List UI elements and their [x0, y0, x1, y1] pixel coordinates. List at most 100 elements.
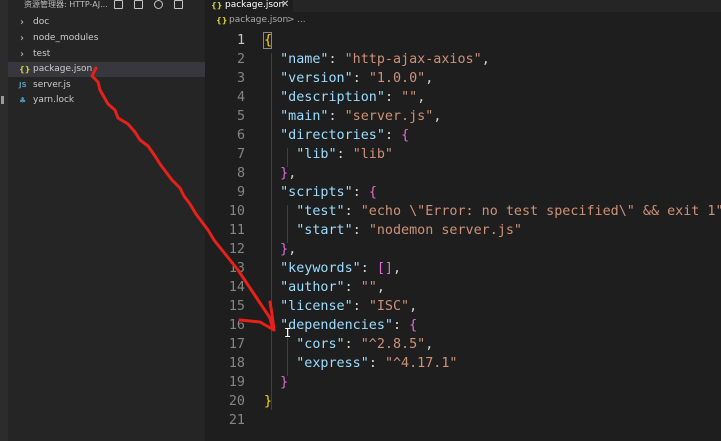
code-token: {	[264, 33, 273, 48]
code-text: }	[264, 373, 288, 392]
breadcrumb-symbol[interactable]: ...	[297, 13, 306, 28]
line-number: 18	[228, 356, 245, 371]
code-text: "start": "nodemon server.js"	[264, 221, 522, 240]
code-line[interactable]: 3 "version": "1.0.0",	[205, 69, 721, 88]
line-number: 14	[228, 280, 245, 295]
line-number: 3	[236, 71, 245, 86]
code-text: }	[264, 392, 272, 411]
tree-item-test[interactable]: › test	[8, 47, 205, 62]
code-line[interactable]: 17 "cors": "^2.8.5",	[205, 335, 721, 354]
tree-item-label: doc	[33, 17, 50, 27]
code-token: "echo \"Error: no test specified\" && ex…	[360, 204, 721, 219]
code-line[interactable]: 2 "name": "http-ajax-axios",	[205, 50, 721, 69]
code-token: "express"	[296, 356, 369, 371]
code-text: "express": "^4.17.1"	[264, 354, 457, 373]
code-text: "lib": "lib"	[264, 145, 393, 164]
json-file-icon: {}	[211, 1, 223, 10]
yarn-icon: ♣	[19, 96, 27, 105]
tree-item-label: package.json	[33, 64, 93, 74]
code-line[interactable]: 9 "scripts": {	[205, 183, 721, 202]
line-number: 13	[228, 261, 245, 276]
collapse-all-icon[interactable]	[174, 0, 183, 9]
line-number: 20	[228, 394, 245, 409]
code-token: :	[344, 337, 361, 352]
explorer-header: 资源管理器: HTTP-AJ...	[8, 0, 205, 12]
tab-label: package.json	[225, 0, 285, 10]
code-token: }	[280, 242, 289, 257]
code-line[interactable]: 6 "directories": {	[205, 126, 721, 145]
code-token: "nodemon server.js"	[368, 223, 522, 238]
code-token: "^2.8.5"	[360, 337, 426, 352]
tree-item-doc[interactable]: › doc	[8, 15, 205, 30]
json-file-icon: {}	[19, 65, 31, 74]
code-line[interactable]: 4 "description": "",	[205, 88, 721, 107]
code-token: ,	[393, 261, 402, 276]
code-token: "test"	[296, 204, 345, 219]
breadcrumb-file[interactable]: package.json	[229, 13, 288, 28]
code-line[interactable]: 14 "author": "",	[205, 278, 721, 297]
code-token: :	[368, 356, 385, 371]
code-line[interactable]: 13 "keywords": [],	[205, 259, 721, 278]
code-token: []	[376, 261, 393, 276]
code-token: {	[368, 185, 377, 200]
code-text: "main": "server.js",	[264, 107, 441, 126]
new-file-icon[interactable]	[114, 0, 123, 9]
code-text: "license": "ISC",	[264, 297, 417, 316]
code-line[interactable]: 16 "dependencies": {	[205, 316, 721, 335]
explorer-sidebar: 资源管理器: HTTP-AJ... › doc › node_modules ›…	[8, 0, 205, 441]
code-line[interactable]: 18 "express": "^4.17.1"	[205, 354, 721, 373]
tree-item-package-json[interactable]: {} package.json	[8, 62, 205, 77]
tab-package-json[interactable]: {} package.json ✕	[205, 0, 293, 12]
code-line[interactable]: 12 },	[205, 240, 721, 259]
close-icon[interactable]: ✕	[281, 0, 289, 10]
code-token: ,	[433, 109, 442, 124]
code-line[interactable]: 20}	[205, 392, 721, 411]
code-line[interactable]: 8 },	[205, 164, 721, 183]
line-number: 17	[228, 337, 245, 352]
tree-item-server-js[interactable]: JS server.js	[8, 78, 205, 93]
code-token: :	[336, 147, 353, 162]
tree-item-yarn-lock[interactable]: ♣ yarn.lock	[8, 93, 205, 108]
code-text: "test": "echo \"Error: no test specified…	[264, 202, 721, 221]
line-number: 21	[228, 413, 245, 428]
activity-bar	[0, 0, 8, 441]
code-text: "version": "1.0.0",	[264, 69, 433, 88]
line-number: 8	[236, 166, 245, 181]
code-line[interactable]: 11 "start": "nodemon server.js"	[205, 221, 721, 240]
line-number: 7	[236, 147, 245, 162]
code-token: ""	[360, 280, 377, 295]
code-token: :	[352, 185, 369, 200]
new-folder-icon[interactable]	[134, 0, 143, 9]
code-line[interactable]: 5 "main": "server.js",	[205, 107, 721, 126]
code-line[interactable]: 10 "test": "echo \"Error: no test specif…	[205, 202, 721, 221]
code-token: ,	[481, 52, 490, 67]
code-token: ,	[417, 90, 426, 105]
refresh-icon[interactable]	[154, 0, 163, 9]
code-token: "license"	[280, 299, 353, 314]
line-number: 4	[236, 90, 245, 105]
line-number: 5	[236, 109, 245, 124]
code-token: }	[280, 166, 289, 181]
code-token: :	[344, 280, 361, 295]
code-editor[interactable]: 1{2 "name": "http-ajax-axios", 3 "version…	[205, 31, 721, 441]
code-line[interactable]: 7 "lib": "lib"	[205, 145, 721, 164]
editor-tab-strip: {} package.json ✕	[205, 0, 721, 12]
code-token: {	[409, 318, 418, 333]
code-text: "keywords": [],	[264, 259, 401, 278]
code-line[interactable]: 19 }	[205, 373, 721, 392]
code-line[interactable]: 21	[205, 411, 721, 430]
code-token: "name"	[280, 52, 329, 67]
code-line[interactable]: 15 "license": "ISC",	[205, 297, 721, 316]
code-line[interactable]: 1{	[205, 31, 721, 50]
code-token: "cors"	[296, 337, 345, 352]
json-file-icon: {}	[216, 16, 228, 25]
tree-item-node-modules[interactable]: › node_modules	[8, 31, 205, 46]
tree-item-label: test	[33, 49, 51, 59]
